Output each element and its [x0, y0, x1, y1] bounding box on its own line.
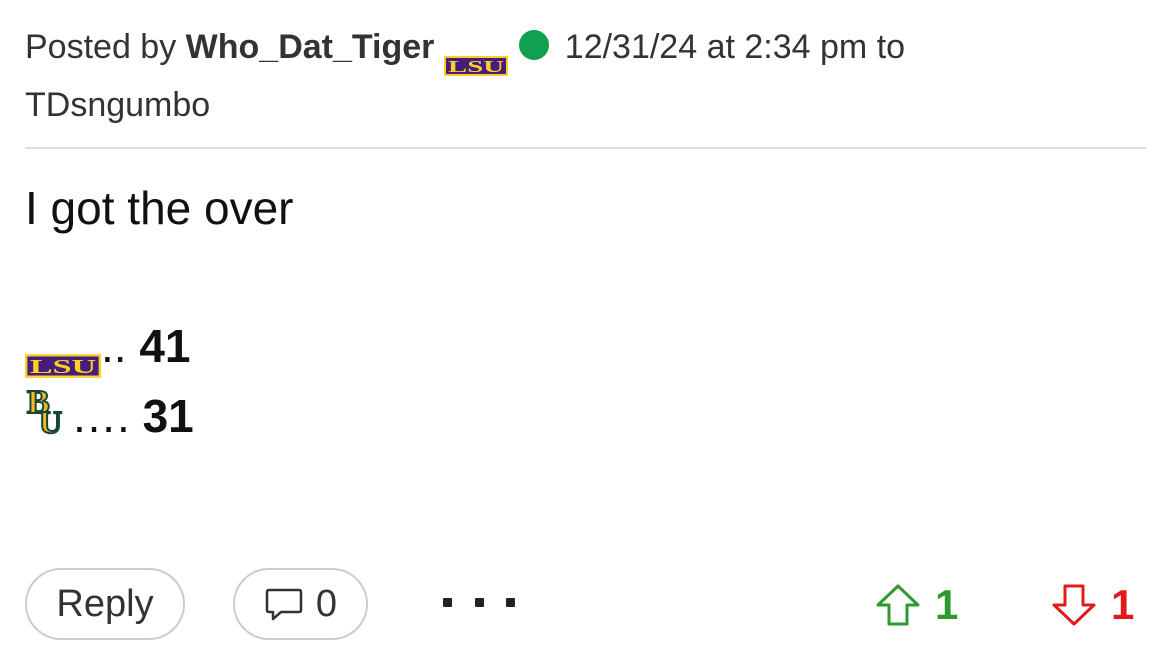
down-arrow-icon — [1052, 584, 1096, 626]
to-prefix: to — [876, 28, 906, 66]
reply-to-user-link[interactable]: TDsngumbo — [25, 86, 210, 124]
post-timestamp: 12/31/24 at 2:34 pm — [564, 28, 868, 66]
reply-button[interactable]: Reply — [25, 568, 185, 640]
header-divider — [25, 147, 1146, 149]
upvote-button[interactable]: 1 — [875, 582, 958, 628]
up-arrow-icon — [876, 584, 920, 626]
prediction-dots: .. — [101, 320, 127, 372]
lsu-logo-icon: LSU — [25, 334, 101, 378]
prediction-score: 41 — [139, 320, 191, 372]
upvote-count: 1 — [935, 581, 959, 628]
lsu-logo-icon: LSU — [443, 36, 508, 77]
post-body-text: I got the over — [25, 182, 294, 234]
post-header: Posted by Who_Dat_Tiger LSU 12/31/24 at … — [25, 18, 1025, 134]
prediction-dots: …. — [71, 390, 130, 442]
prediction-row-baylor: B U …. 31 — [25, 383, 194, 447]
comment-count: 0 — [315, 582, 338, 625]
more-dot-icon — [506, 597, 515, 607]
downvote-count: 1 — [1111, 581, 1135, 628]
more-dot-icon — [443, 597, 452, 607]
username-link[interactable]: Who_Dat_Tiger — [186, 28, 435, 66]
comment-bubble-icon — [265, 588, 303, 621]
more-dot-icon — [474, 597, 484, 607]
forum-post: Posted by Who_Dat_Tiger LSU 12/31/24 at … — [25, 0, 1146, 667]
prediction-row-lsu: LSU .. 41 — [25, 318, 191, 378]
more-options-button[interactable] — [443, 582, 515, 622]
svg-text:LSU: LSU — [448, 57, 504, 76]
baylor-logo-icon: B U — [25, 383, 71, 441]
post-actions: Reply 0 1 1 — [25, 568, 1146, 640]
svg-text:LSU: LSU — [30, 356, 97, 378]
comments-button[interactable]: 0 — [233, 568, 368, 640]
svg-text:U: U — [39, 404, 62, 437]
downvote-button[interactable]: 1 — [1051, 582, 1134, 628]
online-status-icon — [519, 30, 550, 61]
posted-by-prefix: Posted by — [25, 28, 177, 66]
prediction-score: 31 — [142, 390, 194, 442]
